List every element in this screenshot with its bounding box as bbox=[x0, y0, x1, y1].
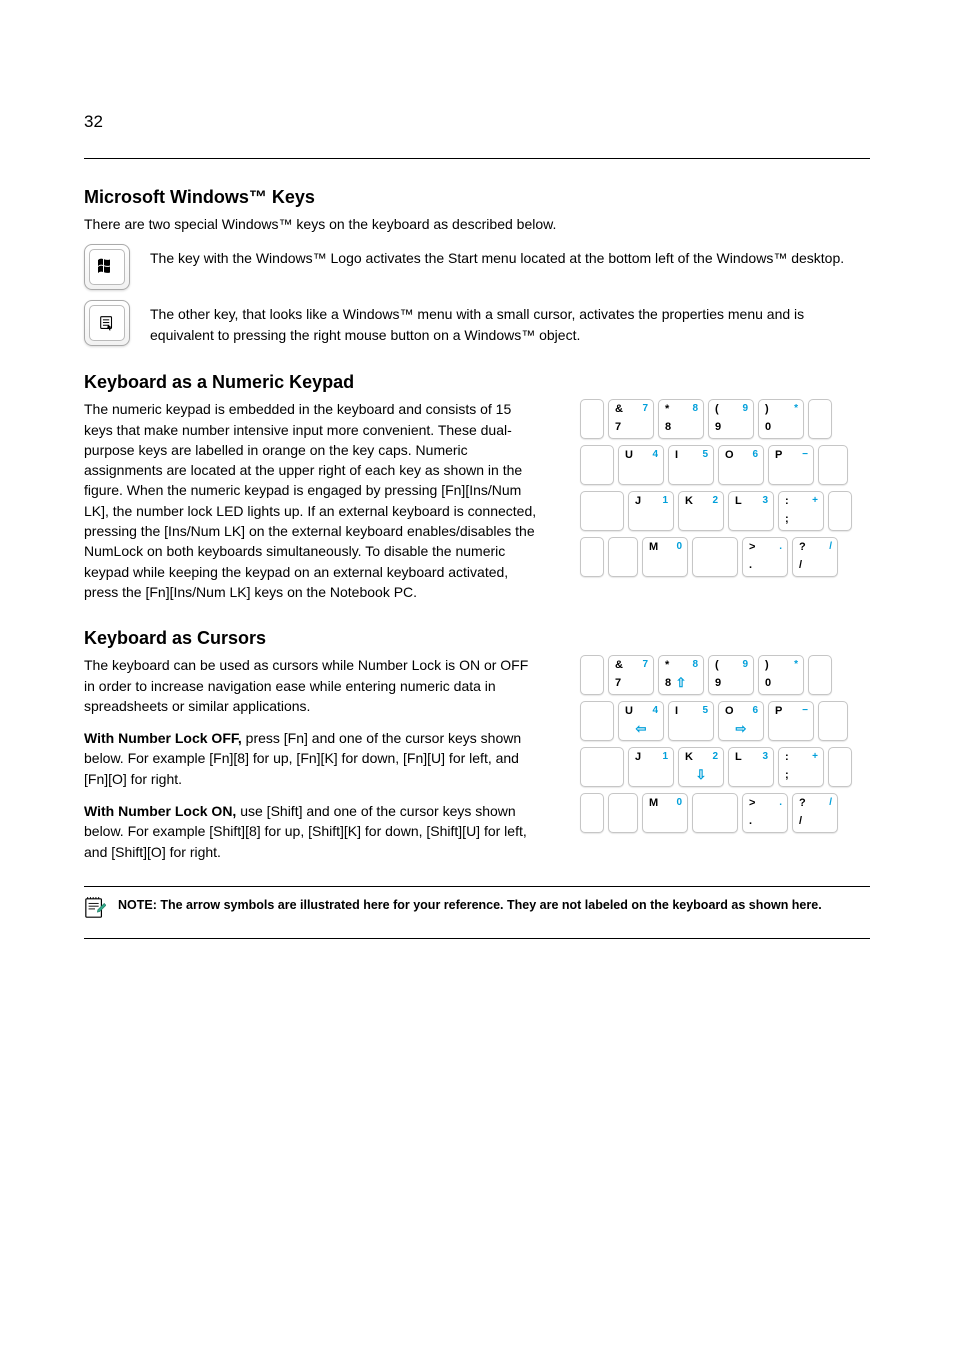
cursors-title: Keyboard as Cursors bbox=[84, 628, 870, 649]
keypad-key-semicolon: :;+ bbox=[778, 491, 824, 531]
windows-logo-icon bbox=[97, 257, 117, 277]
cursor-key-o-right: O6 ⇨ bbox=[718, 701, 764, 741]
menu-key-row: The other key, that looks like a Windows… bbox=[84, 300, 870, 346]
horizontal-rule bbox=[84, 158, 870, 159]
cursor-key-i: I5 bbox=[668, 701, 714, 741]
keypad-key-p: P− bbox=[768, 445, 814, 485]
keypad-key-u: U4 bbox=[618, 445, 664, 485]
cursor-key-7: &77 bbox=[608, 655, 654, 695]
keypad-key-7: &77 bbox=[608, 399, 654, 439]
note-box: NOTE: The arrow symbols are illustrated … bbox=[84, 886, 870, 939]
cursor-key-semicolon: :;+ bbox=[778, 747, 824, 787]
cursor-key-8-up: *88 ⇧ bbox=[658, 655, 704, 695]
cursor-key-0: )0* bbox=[758, 655, 804, 695]
note-text: NOTE: The arrow symbols are illustrated … bbox=[118, 897, 822, 915]
cursor-key-9: (99 bbox=[708, 655, 754, 695]
menu-with-cursor-icon bbox=[98, 314, 116, 332]
keypad-key-0: )0* bbox=[758, 399, 804, 439]
cursors-numlock-on: With Number Lock ON, use [Shift] and one… bbox=[84, 801, 538, 862]
numlock-off-label: With Number Lock OFF, bbox=[84, 730, 242, 746]
keypad-key-m: M0 bbox=[642, 537, 688, 577]
cursor-key-slash: ?// bbox=[792, 793, 838, 833]
keypad-key-slash: ?// bbox=[792, 537, 838, 577]
arrow-right-icon: ⇨ bbox=[736, 722, 747, 735]
cursor-key-j: J1 bbox=[628, 747, 674, 787]
arrow-left-icon: ⇦ bbox=[636, 722, 647, 735]
keypad-key-i: I5 bbox=[668, 445, 714, 485]
cursor-key-m: M0 bbox=[642, 793, 688, 833]
cursors-numlock-off: With Number Lock OFF, press [Fn] and one… bbox=[84, 728, 538, 789]
cursor-key-p: P− bbox=[768, 701, 814, 741]
note-icon bbox=[84, 897, 106, 919]
menu-key-description: The other key, that looks like a Windows… bbox=[150, 300, 870, 345]
page-number: 32 bbox=[84, 112, 103, 132]
keypad-key-period: >.. bbox=[742, 537, 788, 577]
cursor-key-u-left: U4 ⇦ bbox=[618, 701, 664, 741]
numeric-keypad-illustration: &77 *88 (99 )0* U4 I5 O6 P− J1 bbox=[560, 399, 870, 577]
keypad-key-o: O6 bbox=[718, 445, 764, 485]
arrow-down-icon: ⇩ bbox=[696, 768, 707, 781]
menu-key bbox=[84, 300, 130, 346]
ms-windows-keys-intro: There are two special Windows™ keys on t… bbox=[84, 214, 870, 234]
ms-windows-keys-title: Microsoft Windows™ Keys bbox=[84, 187, 870, 208]
arrow-up-icon: ⇧ bbox=[676, 676, 687, 689]
windows-logo-key bbox=[84, 244, 130, 290]
keypad-key-9: (99 bbox=[708, 399, 754, 439]
cursor-keypad-illustration: &77 *88 ⇧ (99 )0* U4 ⇦ I5 O6 ⇨ bbox=[560, 655, 870, 833]
keypad-key-j: J1 bbox=[628, 491, 674, 531]
cursors-text: The keyboard can be used as cursors whil… bbox=[84, 655, 538, 716]
windows-logo-key-row: The key with the Windows™ Logo activates… bbox=[84, 244, 870, 290]
keypad-key-l: L3 bbox=[728, 491, 774, 531]
windows-logo-key-description: The key with the Windows™ Logo activates… bbox=[150, 244, 844, 268]
numeric-keypad-text: The numeric keypad is embedded in the ke… bbox=[84, 399, 538, 602]
keypad-key-8: *88 bbox=[658, 399, 704, 439]
keypad-key-k: K2 bbox=[678, 491, 724, 531]
numlock-on-label: With Number Lock ON, bbox=[84, 803, 236, 819]
cursor-key-period: >.. bbox=[742, 793, 788, 833]
cursor-key-k-down: K2 ⇩ bbox=[678, 747, 724, 787]
cursor-key-l: L3 bbox=[728, 747, 774, 787]
numeric-keypad-title: Keyboard as a Numeric Keypad bbox=[84, 372, 870, 393]
